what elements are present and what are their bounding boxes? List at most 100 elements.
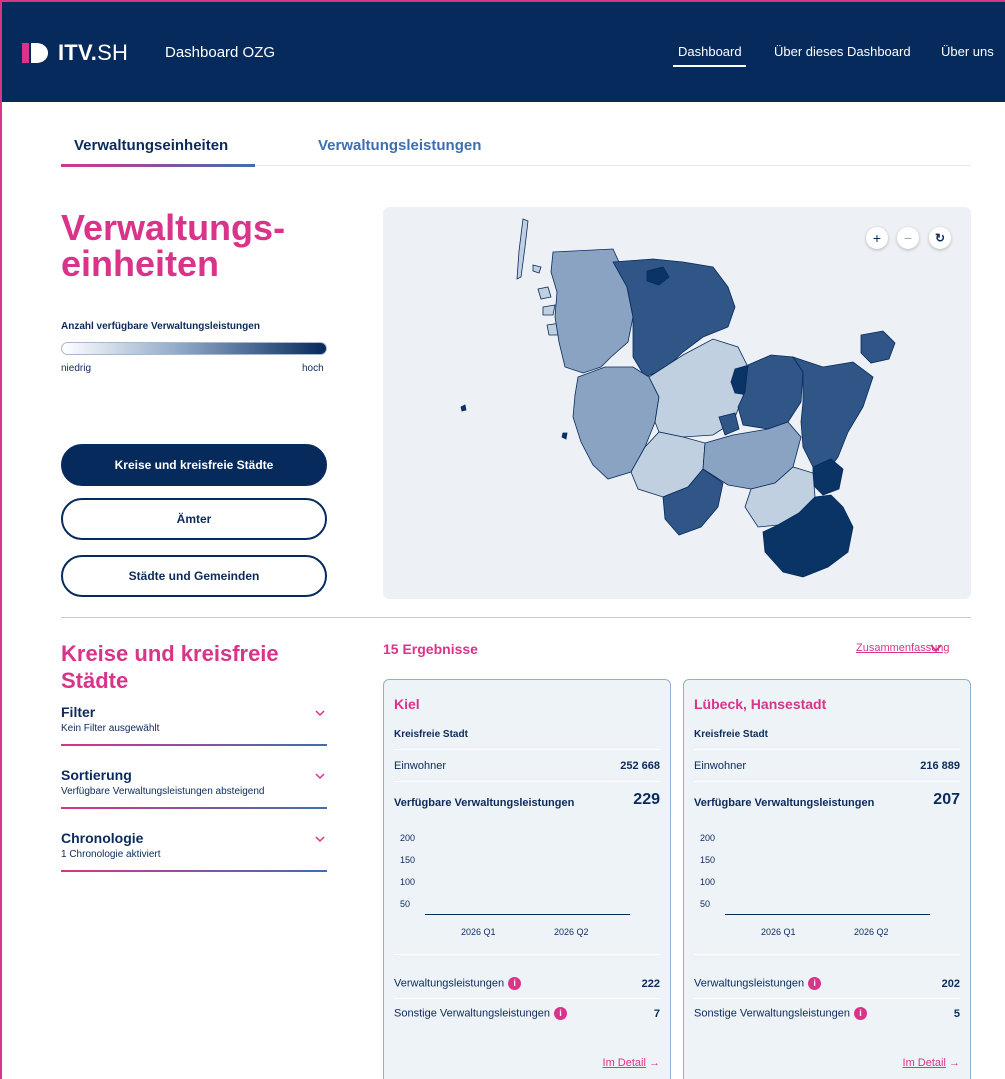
y-tick-label: 150	[700, 855, 716, 865]
y-tick-label: 100	[400, 877, 416, 887]
info-icon[interactable]: i	[853, 1007, 867, 1020]
y-tick-label: 200	[400, 833, 416, 843]
other-services-value: 5	[953, 1008, 960, 1020]
chevron-down-icon	[315, 836, 325, 843]
result-card: Lübeck, Hansestadt Kreisfreie Stadt Einw…	[683, 679, 971, 1079]
chronology-dropdown[interactable]: Chronologie 1 Chronologie aktiviert	[61, 830, 327, 872]
card-name: Lübeck, Hansestadt	[694, 696, 827, 712]
top-header: ITV.SH Dashboard OZG Dashboard Über dies…	[0, 0, 1005, 102]
y-tick-label: 50	[400, 899, 411, 909]
list-section-title: Kreise und kreisfreie Städte	[61, 641, 279, 693]
map-island-sylt	[516, 218, 529, 280]
level-aemter-button[interactable]: Ämter	[61, 498, 327, 540]
population-value: 216 889	[920, 760, 960, 772]
sort-title: Sortierung	[61, 767, 132, 783]
detail-link[interactable]: Im Detail →	[903, 1057, 960, 1069]
legend-high-label: hoch	[302, 363, 324, 374]
admin-services-label: Verwaltungsleistungen i	[694, 977, 822, 990]
section-divider	[61, 617, 971, 618]
admin-services-value: 202	[941, 978, 960, 990]
legend-low-label: niedrig	[61, 363, 92, 374]
frame-border-top	[0, 0, 1005, 2]
admin-services-label: Verwaltungsleistungen i	[394, 977, 522, 990]
active-tab-indicator	[61, 164, 255, 167]
card-divider	[694, 998, 960, 999]
map-svg	[460, 218, 896, 578]
card-divider	[394, 781, 660, 782]
population-value: 252 668	[620, 760, 660, 772]
chevron-down-icon	[315, 773, 325, 780]
x-tick-label: 2026 Q2	[854, 927, 889, 937]
sort-value: Verfügbare Verwaltungsleistungen absteig…	[61, 786, 265, 797]
map-region-fehmarn	[860, 330, 896, 364]
services-total: 207	[933, 791, 960, 808]
filter-title: Filter	[61, 704, 96, 720]
zoom-out-button[interactable]: −	[897, 227, 919, 249]
arrow-right-icon: →	[649, 1057, 660, 1069]
card-divider	[394, 998, 660, 999]
filter-underline	[61, 744, 327, 746]
frame-border-left	[0, 0, 2, 1079]
y-tick-label: 50	[700, 899, 711, 909]
logo-mark-icon	[22, 41, 50, 65]
chronology-title: Chronologie	[61, 830, 144, 846]
level-kreise-button[interactable]: Kreise und kreisfreie Städte	[61, 444, 327, 486]
card-divider	[694, 954, 960, 955]
population-label: Einwohner	[394, 760, 446, 772]
page-title: Verwaltungs- einheiten	[61, 207, 286, 284]
chronology-value: 1 Chronologie aktiviert	[61, 849, 161, 860]
sort-underline	[61, 807, 327, 809]
map-region-neumuenster	[718, 412, 740, 436]
tab-verwaltungseinheiten[interactable]: Verwaltungseinheiten	[74, 137, 228, 154]
other-services-label: Sonstige Verwaltungsleistungen i	[394, 1007, 567, 1020]
x-axis-line	[425, 914, 630, 915]
chronology-underline	[61, 870, 327, 872]
app-title: Dashboard OZG	[165, 44, 276, 61]
detail-link[interactable]: Im Detail →	[603, 1057, 660, 1069]
result-card: Kiel Kreisfreie Stadt Einwohner 252 668 …	[383, 679, 671, 1079]
nav-dashboard[interactable]: Dashboard	[678, 44, 742, 59]
card-type: Kreisfreie Stadt	[394, 729, 468, 740]
y-tick-label: 200	[700, 833, 716, 843]
card-divider	[694, 749, 960, 750]
tab-verwaltungsleistungen[interactable]: Verwaltungsleistungen	[318, 137, 481, 154]
card-divider	[394, 954, 660, 955]
nav-about-dashboard[interactable]: Über dieses Dashboard	[774, 44, 911, 59]
population-label: Einwohner	[694, 760, 746, 772]
legend-label: Anzahl verfügbare Verwaltungsleistungen	[61, 321, 260, 332]
map-region-ostholstein	[792, 356, 874, 478]
filter-dropdown[interactable]: Filter Kein Filter ausgewählt	[61, 704, 327, 746]
admin-services-value: 222	[641, 978, 660, 990]
card-type: Kreisfreie Stadt	[694, 729, 768, 740]
color-legend-bar	[61, 342, 327, 355]
info-icon[interactable]: i	[808, 977, 822, 990]
map-region-ploen	[737, 354, 804, 430]
card-divider	[394, 749, 660, 750]
brand-name: ITV.SH	[58, 40, 129, 65]
card-name: Kiel	[394, 696, 420, 712]
reset-view-icon[interactable]: ↻	[929, 227, 951, 249]
other-services-label: Sonstige Verwaltungsleistungen i	[694, 1007, 867, 1020]
level-gemeinden-button[interactable]: Städte und Gemeinden	[61, 555, 327, 597]
chevron-down-icon[interactable]	[930, 643, 942, 653]
x-axis-line	[725, 914, 930, 915]
nav-about-us[interactable]: Über uns	[941, 44, 994, 59]
card-divider	[694, 781, 960, 782]
zoom-in-button[interactable]: +	[866, 227, 888, 249]
choropleth-map[interactable]	[383, 207, 971, 599]
arrow-right-icon: →	[949, 1057, 960, 1069]
x-tick-label: 2026 Q1	[761, 927, 796, 937]
y-tick-label: 150	[400, 855, 416, 865]
info-icon[interactable]: i	[508, 977, 522, 990]
services-label: Verfügbare Verwaltungsleistungen	[694, 797, 875, 809]
nav-active-indicator	[673, 65, 746, 67]
itv-sh-logo[interactable]: ITV.SH	[22, 40, 128, 66]
sort-dropdown[interactable]: Sortierung Verfügbare Verwaltungsleistun…	[61, 767, 327, 809]
y-tick-label: 100	[700, 877, 716, 887]
other-services-value: 7	[653, 1008, 660, 1020]
x-tick-label: 2026 Q1	[461, 927, 496, 937]
filter-value: Kein Filter ausgewählt	[61, 723, 160, 734]
services-label: Verfügbare Verwaltungsleistungen	[394, 797, 575, 809]
services-total: 229	[633, 791, 660, 808]
info-icon[interactable]: i	[553, 1007, 567, 1020]
